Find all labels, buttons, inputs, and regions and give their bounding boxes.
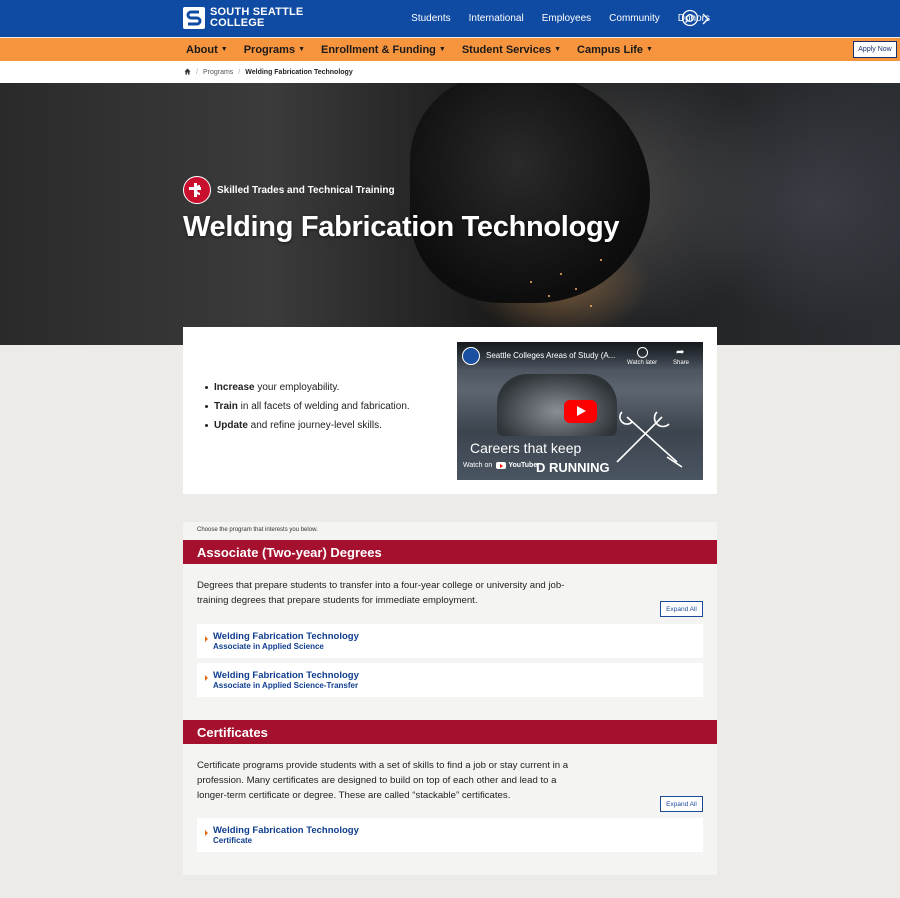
watch-on-label: Watch on	[463, 462, 493, 469]
channel-avatar[interactable]	[462, 347, 480, 365]
nav-label: Student Services	[461, 43, 552, 56]
list-item: Update and refine journey-level skills.	[205, 420, 410, 431]
logo-text: SOUTH SEATTLE COLLEGE	[210, 7, 303, 29]
watch-on-youtube-link[interactable]: Watch on YouTube	[463, 462, 537, 469]
intro-card: Increase your employability. Train in al…	[183, 327, 717, 494]
program-item-certificate[interactable]: Welding Fabrication Technology Certifica…	[197, 818, 703, 852]
top-link-community[interactable]: Community	[609, 13, 660, 24]
top-link-students[interactable]: Students	[411, 13, 450, 24]
breadcrumb-current: Welding Fabrication Technology	[245, 68, 353, 76]
hero-banner: Skilled Trades and Technical Training We…	[0, 83, 900, 345]
hero-category: Skilled Trades and Technical Training	[183, 176, 395, 204]
youtube-icon	[496, 462, 507, 469]
highlight-bold: Train	[214, 401, 238, 412]
video-title[interactable]: Seattle Colleges Areas of Study (A...	[486, 351, 615, 360]
highlight-text: your employability.	[254, 382, 340, 393]
bullet-icon	[205, 405, 208, 408]
nav-item-campus-life[interactable]: Campus Life ▼	[577, 44, 653, 56]
main-nav-bar: About ▼ Programs ▼ Enrollment & Funding ▼ S…	[0, 38, 900, 61]
highlights-list: Increase your employability. Train in al…	[205, 382, 410, 439]
program-subtitle: Associate in Applied Science-Transfer	[213, 681, 359, 690]
expand-all-button[interactable]: Expand All	[660, 601, 703, 617]
spark	[530, 281, 532, 283]
search-icon[interactable]	[681, 9, 701, 29]
highlight-text: in all facets of welding and fabrication…	[237, 401, 410, 412]
top-link-employees[interactable]: Employees	[542, 13, 591, 24]
play-button[interactable]	[564, 400, 597, 423]
section-description: Degrees that prepare students to transfe…	[197, 580, 565, 606]
caret-down-icon: ▼	[438, 46, 446, 53]
video-caption: Careers that keep	[470, 440, 582, 456]
highlight-bold: Increase	[214, 382, 255, 393]
nav-item-enrollment[interactable]: Enrollment & Funding ▼	[321, 44, 446, 56]
nav-label: Enrollment & Funding	[321, 43, 436, 56]
youtube-label: YouTube	[508, 462, 538, 469]
trades-icon	[183, 176, 211, 204]
share-icon[interactable]: ➦	[676, 347, 684, 358]
nav-label: Campus Life	[577, 43, 644, 56]
program-title: Welding Fabrication Technology	[213, 825, 359, 836]
bullet-icon	[205, 386, 208, 389]
watch-later-label[interactable]: Watch later	[627, 360, 657, 366]
caret-down-icon: ▼	[554, 46, 562, 53]
expand-all-button[interactable]: Expand All	[660, 796, 703, 812]
video-player[interactable]: Seattle Colleges Areas of Study (A... Wa…	[457, 342, 703, 480]
caret-right-icon	[205, 675, 208, 681]
logo-s-icon	[183, 7, 205, 29]
spark	[560, 273, 562, 275]
caret-down-icon: ▼	[220, 46, 228, 53]
top-nav: Students International Employees Communi…	[393, 0, 710, 37]
apply-now-button[interactable]: Apply Now	[853, 41, 897, 58]
breadcrumb: / Programs / Welding Fabrication Technol…	[0, 61, 900, 83]
section-description: Certificate programs provide students wi…	[197, 760, 569, 801]
caret-right-icon	[205, 636, 208, 642]
highlight-bold: Update	[214, 420, 248, 431]
program-title: Welding Fabrication Technology	[213, 670, 359, 681]
top-link-international[interactable]: International	[469, 13, 524, 24]
main-nav: About ▼ Programs ▼ Enrollment & Funding ▼ S…	[186, 38, 669, 61]
nav-item-about[interactable]: About ▼	[186, 44, 228, 56]
caret-down-icon: ▼	[646, 46, 653, 53]
video-thumbnail	[497, 374, 617, 436]
page-title: Welding Fabrication Technology	[183, 211, 620, 243]
breadcrumb-separator: /	[238, 68, 241, 76]
college-logo[interactable]: SOUTH SEATTLE COLLEGE	[183, 6, 303, 30]
nav-label: Programs	[243, 43, 296, 56]
top-header: SOUTH SEATTLE COLLEGE Students Internati…	[0, 0, 900, 37]
spark	[575, 288, 577, 290]
breadcrumb-programs[interactable]: Programs	[203, 69, 233, 76]
program-item-aas-t[interactable]: Welding Fabrication Technology Associate…	[197, 663, 703, 697]
nav-label: About	[186, 43, 218, 56]
section-heading-certificates: Certificates	[183, 720, 717, 744]
breadcrumb-separator: /	[196, 68, 198, 76]
choose-program-text: Choose the program that interests you be…	[197, 527, 318, 533]
caret-down-icon: ▼	[298, 46, 305, 53]
program-subtitle: Associate in Applied Science	[213, 642, 324, 651]
programs-panel: Choose the program that interests you be…	[183, 522, 717, 875]
clock-icon[interactable]	[637, 347, 648, 358]
hero-category-label: Skilled Trades and Technical Training	[217, 184, 395, 196]
chevron-right-icon[interactable]	[701, 12, 711, 26]
welder-image	[410, 83, 650, 303]
nav-item-student-services[interactable]: Student Services ▼	[462, 44, 561, 56]
program-subtitle: Certificate	[213, 836, 253, 845]
video-caption-2: D RUNNING	[536, 460, 610, 475]
list-item: Increase your employability.	[205, 382, 410, 393]
caret-right-icon	[205, 830, 208, 836]
logo-line2: COLLEGE	[210, 17, 265, 29]
tools-doodle-icon	[616, 411, 683, 468]
section-heading-degrees: Associate (Two-year) Degrees	[183, 540, 717, 564]
program-item-aas[interactable]: Welding Fabrication Technology Associate…	[197, 624, 703, 658]
program-title: Welding Fabrication Technology	[213, 631, 359, 642]
spark	[590, 305, 592, 307]
nav-item-programs[interactable]: Programs ▼	[244, 44, 305, 56]
list-item: Train in all facets of welding and fabri…	[205, 401, 410, 412]
spark	[600, 259, 602, 261]
home-icon[interactable]	[184, 67, 191, 77]
highlight-text: and refine journey-level skills.	[247, 420, 382, 431]
bullet-icon	[205, 424, 208, 427]
spark	[548, 295, 550, 297]
share-label[interactable]: Share	[673, 360, 689, 366]
